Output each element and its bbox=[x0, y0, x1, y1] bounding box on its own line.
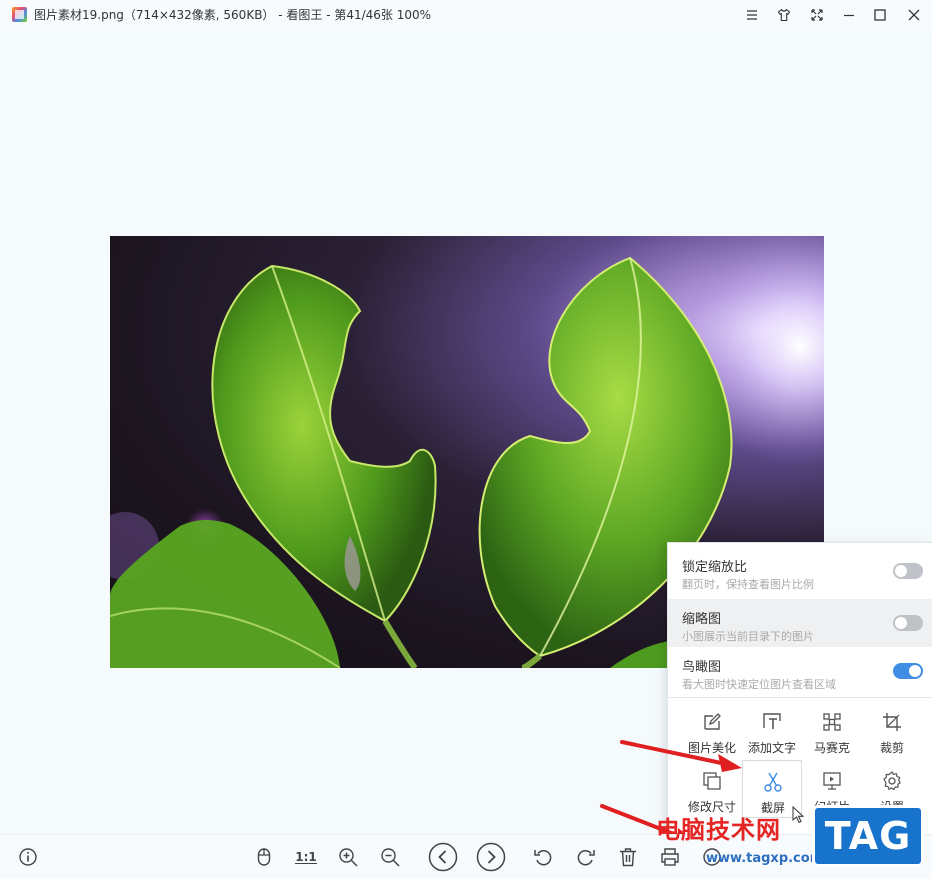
menu-icon[interactable] bbox=[741, 4, 763, 26]
mouse-icon[interactable] bbox=[252, 845, 276, 869]
scissors-icon bbox=[764, 772, 782, 792]
option-lock-zoom[interactable]: 锁定缩放比 翻页时，保持查看图片比例 bbox=[668, 547, 932, 595]
fullscreen-icon[interactable] bbox=[806, 4, 828, 26]
tool-label: 裁剪 bbox=[879, 741, 904, 755]
option-birdseye[interactable]: 鸟瞰图 看大图时快速定位图片查看区域 bbox=[668, 647, 932, 695]
mouse-cursor-icon bbox=[792, 806, 804, 824]
one-to-one-button[interactable]: 1:1 bbox=[294, 845, 318, 869]
watermark-tag-logo: TAG bbox=[812, 805, 924, 867]
divider bbox=[668, 697, 932, 698]
tool-label: 添加文字 bbox=[747, 741, 796, 755]
option-desc: 翻页时，保持查看图片比例 bbox=[682, 578, 814, 591]
watermark-url: www.tagxp.com bbox=[706, 851, 824, 866]
mosaic-icon bbox=[823, 713, 841, 731]
option-desc: 看大图时快速定位图片查看区域 bbox=[682, 678, 836, 691]
close-icon[interactable] bbox=[903, 4, 925, 26]
info-icon[interactable] bbox=[16, 845, 40, 869]
slideshow-icon bbox=[823, 772, 841, 790]
one-to-one-label: 1:1 bbox=[295, 849, 317, 864]
settings-panel: 锁定缩放比 翻页时，保持查看图片比例 缩略图 小图展示当前目录下的图片 鸟瞰图 … bbox=[667, 542, 932, 844]
birdseye-toggle[interactable] bbox=[893, 663, 923, 679]
tool-label: 马赛克 bbox=[813, 741, 850, 755]
minimize-icon[interactable] bbox=[838, 4, 860, 26]
tool-add-text[interactable]: 添加文字 bbox=[742, 701, 802, 759]
tool-mosaic[interactable]: 马赛克 bbox=[802, 701, 862, 759]
next-icon[interactable] bbox=[476, 842, 506, 872]
edit-icon bbox=[704, 713, 721, 730]
rotate-left-icon[interactable] bbox=[531, 845, 555, 869]
gear-icon bbox=[883, 771, 901, 791]
crop-icon bbox=[883, 713, 901, 731]
lock-zoom-toggle[interactable] bbox=[893, 563, 923, 579]
previous-icon[interactable] bbox=[428, 842, 458, 872]
watermark-text: 电脑技术网 bbox=[656, 816, 781, 844]
rotate-right-icon[interactable] bbox=[574, 845, 598, 869]
watermark-tag-text: TAG bbox=[824, 814, 912, 858]
option-thumbnail[interactable]: 缩略图 小图展示当前目录下的图片 bbox=[668, 599, 932, 647]
delete-icon[interactable] bbox=[616, 845, 640, 869]
print-icon[interactable] bbox=[658, 845, 682, 869]
skin-icon[interactable] bbox=[773, 4, 795, 26]
title-bar: 图片素材19.png（714×432像素, 560KB） - 看图王 - 第41… bbox=[0, 0, 932, 30]
tool-crop[interactable]: 裁剪 bbox=[862, 701, 922, 759]
option-desc: 小图展示当前目录下的图片 bbox=[682, 630, 814, 643]
thumbnail-toggle[interactable] bbox=[893, 615, 923, 631]
add-text-icon bbox=[763, 713, 781, 729]
maximize-icon[interactable] bbox=[869, 4, 891, 26]
option-title: 鸟瞰图 bbox=[682, 660, 722, 675]
zoom-out-icon[interactable] bbox=[378, 845, 402, 869]
option-title: 锁定缩放比 bbox=[682, 560, 748, 575]
annotation-arrow-1 bbox=[620, 740, 742, 772]
window-title: 图片素材19.png（714×432像素, 560KB） - 看图王 - 第41… bbox=[34, 8, 432, 22]
app-logo-icon bbox=[12, 7, 27, 22]
zoom-in-icon[interactable] bbox=[336, 845, 360, 869]
option-title: 缩略图 bbox=[682, 612, 722, 627]
